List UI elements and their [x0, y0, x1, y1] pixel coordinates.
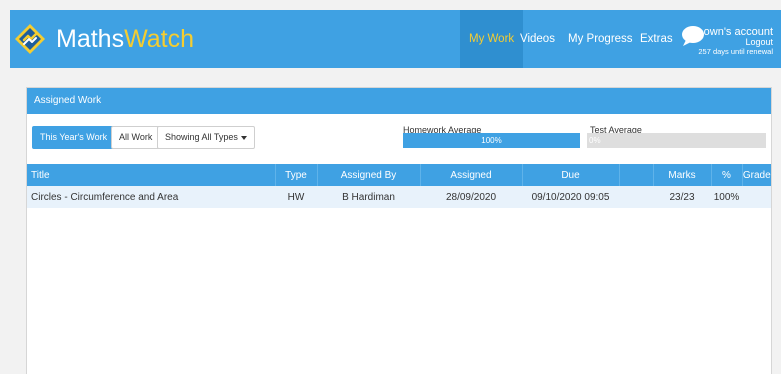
type-filter-dropdown[interactable]: Showing All Types — [157, 126, 255, 149]
column-header-type[interactable]: Type — [275, 164, 318, 186]
cell-grade — [742, 186, 771, 208]
test-average-bar: 0% — [587, 133, 766, 148]
this-years-work-button[interactable]: This Year's Work — [32, 126, 116, 149]
homework-average-bar: 100% — [403, 133, 580, 148]
all-work-button[interactable]: All Work — [111, 126, 161, 149]
account-area: Lown's account Logout 257 days until ren… — [698, 26, 773, 56]
column-header-title[interactable]: Title — [27, 164, 276, 186]
cell-percent: 100% — [713, 191, 740, 203]
nav-my-progress[interactable]: My Progress — [568, 10, 633, 68]
assigned-work-table: Title Type Assigned By Assigned Due Mark… — [27, 164, 771, 208]
column-header-assigned[interactable]: Assigned — [420, 164, 523, 186]
mathswatch-logo-icon[interactable] — [14, 23, 46, 55]
nav-videos[interactable]: Videos — [520, 10, 555, 68]
panel-title: Assigned Work — [27, 88, 771, 114]
nav-extras[interactable]: Extras — [640, 10, 673, 68]
assigned-work-panel: Assigned Work This Year's Work All Work … — [26, 87, 772, 374]
cell-marks: 23/23 — [669, 191, 695, 203]
table-header-row: Title Type Assigned By Assigned Due Mark… — [27, 164, 771, 186]
type-filter-label: Showing All Types — [165, 132, 238, 142]
top-navbar: MathsWatch My Work Videos My Progress Ex… — [10, 10, 781, 68]
homework-average-fill: 100% — [403, 133, 580, 148]
test-average-fill: 0% — [589, 136, 601, 145]
column-header-percent[interactable]: % — [711, 164, 743, 186]
cell-spacer — [619, 186, 653, 208]
column-header-due[interactable]: Due — [522, 164, 620, 186]
brand-part-watch: Watch — [124, 25, 195, 53]
nav-my-work[interactable]: My Work — [460, 10, 524, 68]
cell-due: 09/10/2020 09:05 — [531, 191, 610, 203]
column-header-grade[interactable]: Grade — [742, 164, 771, 186]
logout-link[interactable]: Logout — [698, 38, 773, 47]
cell-type: HW — [287, 191, 305, 203]
renewal-status: 257 days until renewal — [698, 47, 773, 56]
column-header-assigned-by[interactable]: Assigned By — [317, 164, 421, 186]
column-header-spacer — [619, 164, 654, 186]
brand-name[interactable]: MathsWatch — [56, 24, 194, 54]
cell-title[interactable]: Circles - Circumference and Area — [27, 186, 275, 208]
cell-assigned-by: B Hardiman — [342, 191, 395, 203]
caret-down-icon — [240, 135, 247, 140]
brand-part-maths: Maths — [56, 25, 125, 53]
column-header-marks[interactable]: Marks — [653, 164, 712, 186]
table-row[interactable]: Circles - Circumference and Area HW B Ha… — [27, 186, 771, 208]
cell-assigned: 28/09/2020 — [445, 191, 497, 203]
